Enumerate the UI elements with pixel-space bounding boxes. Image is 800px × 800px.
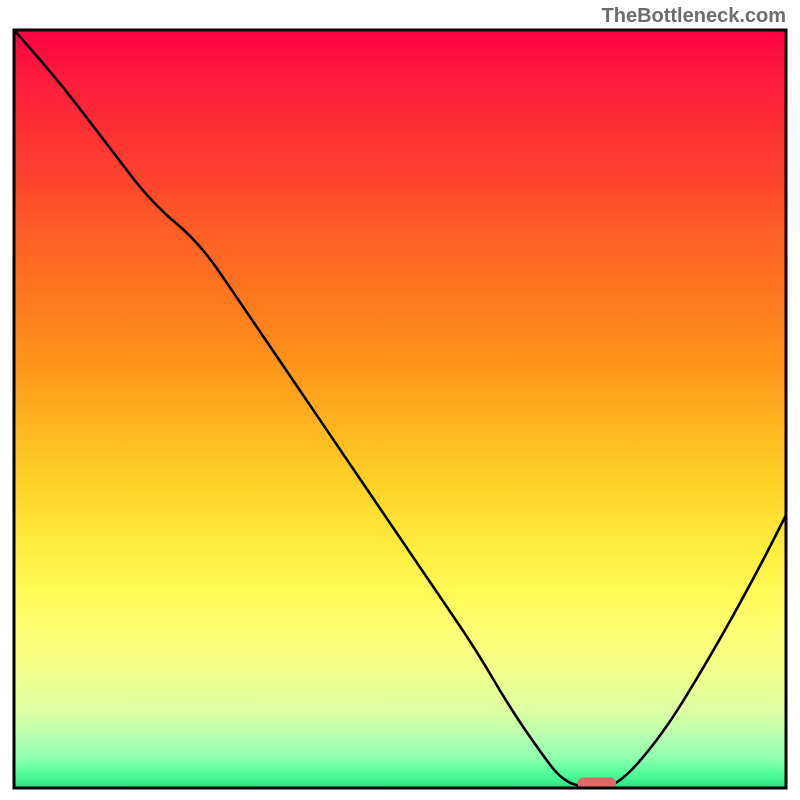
watermark-text: TheBottleneck.com xyxy=(602,5,786,28)
bottleneck-curve xyxy=(14,30,786,788)
plot-area xyxy=(14,30,786,788)
plot-overlay xyxy=(14,30,786,788)
chart-container: TheBottleneck.com xyxy=(0,0,800,800)
axes-frame xyxy=(14,30,786,788)
